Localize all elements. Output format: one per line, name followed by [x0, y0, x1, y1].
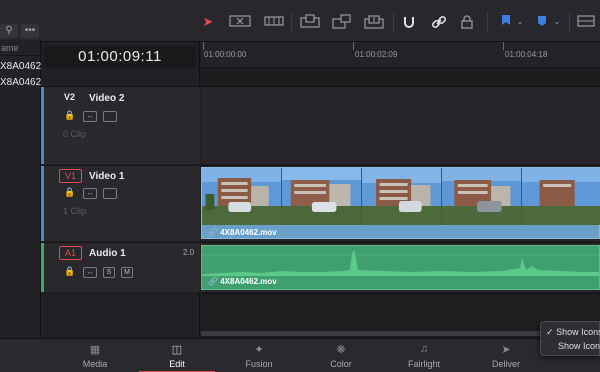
track-color-accent	[41, 166, 44, 241]
audio-waveform	[202, 249, 599, 276]
fairlight-page-icon: ♫	[419, 343, 429, 355]
track-name[interactable]: Video 2	[89, 93, 124, 104]
track-visibility-icon[interactable]	[103, 111, 117, 122]
track-badge[interactable]: A1	[59, 246, 83, 260]
page-tab-edit[interactable]: ◫ Edit	[137, 339, 217, 372]
mute-button[interactable]: M	[121, 267, 133, 278]
link-icon: 🔗	[208, 228, 218, 237]
toolbar-separator	[569, 12, 570, 32]
media-page-icon: ▦	[89, 344, 101, 356]
track-color-accent	[41, 243, 44, 292]
replace-clip-icon[interactable]	[363, 14, 385, 30]
edit-page-icon: ◫	[171, 344, 183, 356]
thumbnail-frame	[362, 168, 442, 225]
media-pool-column-header[interactable]: ame	[0, 40, 41, 56]
track-lane-audio1[interactable]: 🔗 4X8A0462.mov	[201, 242, 600, 292]
track-badge[interactable]: V1	[59, 169, 83, 183]
linked-selection-icon[interactable]	[431, 14, 447, 30]
auto-select-icon[interactable]: ↔	[83, 267, 97, 278]
page-bar-context-menu: ✓ Show Icons Show Icons	[540, 321, 600, 356]
page-tab-fusion[interactable]: ✦ Fusion	[219, 339, 299, 372]
menu-item-show-icons-alt[interactable]: Show Icons	[558, 341, 600, 351]
track-header-video2[interactable]: V2 Video 2 🔒 ↔ 0 Clip	[41, 86, 200, 164]
page-tab-label: Edit	[169, 359, 185, 369]
clip-thumbnails	[202, 168, 600, 225]
timeline-toolbar: ➤ ⌄ ⌄	[41, 0, 600, 42]
audio-clip-name: 🔗 4X8A0462.mov	[208, 277, 277, 286]
chevron-down-icon[interactable]: ⌄	[552, 14, 562, 30]
thumbnail-frame	[522, 168, 600, 225]
track-level: 2.0	[183, 248, 195, 257]
ruler-label: 01:00:02:09	[355, 50, 398, 59]
track-lane-video2[interactable]	[201, 86, 600, 164]
auto-select-icon[interactable]: ↔	[83, 188, 97, 199]
page-tab-label: Fusion	[245, 359, 273, 369]
marker-icon[interactable]	[536, 14, 548, 30]
insert-clip-icon[interactable]	[299, 14, 321, 30]
solo-button[interactable]: S	[103, 267, 115, 278]
select-arrow-icon[interactable]: ➤	[201, 14, 215, 30]
timeline-ruler[interactable]: 01:00:00:00 01:00:02:09 01:00:04:18	[201, 42, 600, 68]
media-pool-item[interactable]: X8A0462	[0, 74, 41, 92]
blade-edit-icon[interactable]	[263, 14, 285, 30]
ruler-tick	[503, 42, 504, 50]
ruler-tick	[353, 42, 354, 50]
page-tab-label: Color	[330, 359, 352, 369]
timeline-area[interactable]: 01:00:00:00 01:00:02:09 01:00:04:18 🔗 4X…	[201, 42, 600, 338]
ruler-label: 01:00:00:00	[204, 50, 247, 59]
search-icon[interactable]: ⚲	[0, 24, 18, 38]
chevron-down-icon[interactable]: ⌄	[515, 14, 525, 30]
page-navigation-bar: ▦ Media ◫ Edit ✦ Fusion ❋ Color ♫ Fairli…	[0, 338, 600, 372]
toolbar-separator	[291, 12, 292, 32]
toolbar-separator	[393, 12, 394, 32]
thumbnail-frame	[202, 168, 282, 225]
auto-select-icon[interactable]: ↔	[83, 111, 97, 122]
track-name[interactable]: Audio 1	[89, 248, 126, 259]
lock-icon[interactable]: 🔒	[63, 267, 77, 278]
track-clip-count: 0 Clip	[63, 129, 87, 139]
trim-edit-icon[interactable]	[229, 14, 251, 30]
lock-icon[interactable]: 🔒	[63, 111, 77, 122]
position-lock-icon[interactable]	[459, 14, 475, 30]
track-name[interactable]: Video 1	[89, 171, 124, 182]
link-icon: 🔗	[208, 277, 218, 286]
video-clip-name: 🔗 4X8A0462.mov	[208, 228, 277, 237]
color-page-icon: ❋	[336, 344, 346, 356]
track-lane-video1[interactable]: 🔗 4X8A0462.mov	[201, 165, 600, 241]
current-timecode[interactable]: 01:00:09:11	[44, 46, 196, 68]
lock-icon[interactable]: 🔒	[63, 188, 77, 199]
track-header-video1[interactable]: V1 Video 1 🔒 ↔ 1 Clip	[41, 165, 200, 241]
ruler-tick	[203, 42, 204, 50]
snapping-icon[interactable]	[401, 14, 417, 30]
audio-clip[interactable]: 🔗 4X8A0462.mov	[201, 245, 600, 290]
toolbar-separator	[487, 12, 488, 32]
timeline-view-icon[interactable]	[577, 14, 595, 30]
overwrite-clip-icon[interactable]	[331, 14, 353, 30]
page-tab-label: Media	[82, 359, 108, 369]
page-tab-color[interactable]: ❋ Color	[301, 339, 381, 372]
track-header-audio1[interactable]: A1 Audio 1 2.0 🔒 ↔ S M	[41, 242, 200, 292]
track-clip-count: 1 Clip	[63, 206, 87, 216]
menu-item-show-icons[interactable]: ✓ Show Icons	[546, 327, 600, 338]
fusion-page-icon: ✦	[254, 344, 264, 356]
page-tab-deliver[interactable]: ➤ Deliver	[466, 339, 546, 372]
ruler-label: 01:00:04:18	[505, 50, 548, 59]
track-visibility-icon[interactable]	[103, 188, 117, 199]
media-pool-toolbar: ⚲ •••	[0, 0, 41, 40]
page-tab-label: Deliver	[491, 359, 520, 369]
media-pool-panel: ⚲ ••• ame X8A0462 X8A0462	[0, 0, 41, 338]
track-header-column: 01:00:09:11 V2 Video 2 🔒 ↔ 0 Clip V1 Vid…	[41, 42, 200, 338]
checkmark-icon: ✓	[546, 327, 554, 337]
more-icon[interactable]: •••	[21, 24, 39, 38]
page-tab-fairlight[interactable]: ♫ Fairlight	[384, 339, 464, 372]
thumbnail-frame	[282, 168, 362, 225]
track-badge: V2	[64, 92, 76, 102]
video-clip[interactable]: 🔗 4X8A0462.mov	[201, 167, 600, 239]
thumbnail-frame	[442, 168, 522, 225]
deliver-page-icon: ➤	[501, 344, 511, 356]
track-color-accent	[41, 87, 44, 164]
flag-icon[interactable]	[500, 14, 512, 30]
page-tab-label: Fairlight	[407, 359, 440, 369]
page-tab-media[interactable]: ▦ Media	[55, 339, 135, 372]
